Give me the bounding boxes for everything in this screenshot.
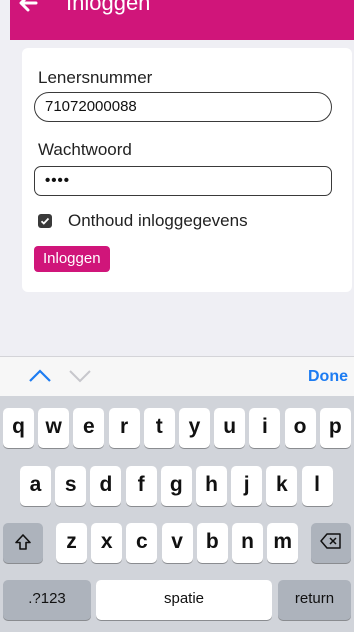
app-header: Inloggen <box>10 0 354 40</box>
checkmark-icon <box>40 217 50 225</box>
username-label: Lenersnummer <box>38 68 153 87</box>
key-h[interactable]: h <box>196 466 227 506</box>
remember-checkbox[interactable] <box>38 214 52 228</box>
arrow-left-icon[interactable] <box>16 0 40 15</box>
key-d[interactable]: d <box>90 466 122 506</box>
remember-label: Onthoud inloggegevens <box>68 211 248 230</box>
key-i[interactable]: i <box>249 408 281 448</box>
login-card: Lenersnummer 71072000088 Wachtwoord ••••… <box>22 48 352 292</box>
key-o[interactable]: o <box>284 408 316 448</box>
password-input[interactable]: •••• <box>34 166 332 196</box>
key-j[interactable]: j <box>231 466 263 506</box>
key-n[interactable]: n <box>232 523 263 563</box>
key-v[interactable]: v <box>161 523 193 563</box>
key-k[interactable]: k <box>266 466 298 506</box>
done-button[interactable]: Done <box>308 368 348 386</box>
key-t[interactable]: t <box>143 408 175 448</box>
key-w[interactable]: w <box>38 408 70 448</box>
key-r[interactable]: r <box>108 408 140 448</box>
shift-key[interactable] <box>3 523 43 563</box>
key-a[interactable]: a <box>20 466 51 506</box>
key-p[interactable]: p <box>319 408 351 448</box>
key-x[interactable]: x <box>91 523 123 563</box>
key-l[interactable]: l <box>301 466 333 506</box>
chevron-down-icon[interactable] <box>68 369 92 388</box>
key-m[interactable]: m <box>267 523 299 563</box>
chevron-up-icon[interactable] <box>28 369 52 388</box>
keyboard-toolbar: Done <box>0 356 354 397</box>
key-b[interactable]: b <box>196 523 228 563</box>
numbers-key[interactable]: .?123 <box>3 580 91 620</box>
key-y[interactable]: y <box>179 408 210 448</box>
login-button[interactable]: Inloggen <box>34 246 110 272</box>
password-label: Wachtwoord <box>38 140 132 159</box>
return-key[interactable]: return <box>278 580 351 620</box>
key-c[interactable]: c <box>126 523 158 563</box>
key-z[interactable]: z <box>56 523 87 563</box>
username-input[interactable]: 71072000088 <box>34 92 332 122</box>
key-q[interactable]: q <box>3 408 34 448</box>
key-f[interactable]: f <box>125 466 157 506</box>
space-key[interactable]: spatie <box>96 580 272 620</box>
keyboard: qwertyuiop asdfghjkl zxcvbnm .?123 spati… <box>0 396 354 632</box>
key-u[interactable]: u <box>214 408 246 448</box>
key-s[interactable]: s <box>55 466 87 506</box>
delete-icon <box>320 533 341 549</box>
delete-key[interactable] <box>311 523 351 563</box>
page-title: Inloggen <box>66 0 151 15</box>
key-e[interactable]: e <box>73 408 105 448</box>
shift-icon <box>15 534 31 550</box>
key-g[interactable]: g <box>160 466 192 506</box>
